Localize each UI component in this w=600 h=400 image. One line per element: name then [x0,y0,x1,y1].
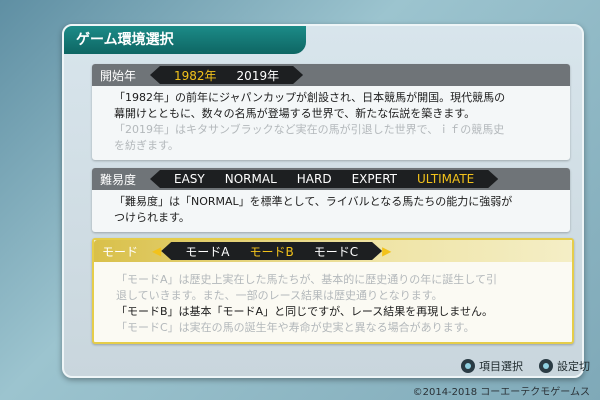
footer-hints: 項目選択 設定切 [461,358,590,374]
desc-line: 「1982年」の前年にジャパンカップが創設され、日本競馬が開国。現代競馬の [114,91,506,104]
option-hard[interactable]: HARD [287,172,342,186]
right-arrow-icon[interactable]: ▶ [382,244,391,258]
option-mode-a[interactable]: モードA [175,243,239,260]
difficulty-label: 難易度 [100,172,137,187]
option-mode-b[interactable]: モードB [239,243,303,260]
desc-line-faint: を紡ぎます。 [114,139,179,152]
mode-section: モード ◀ モードA モードB モードC ▶ 「モードA」は歴史上実在した馬たち… [92,238,574,344]
option-normal[interactable]: NORMAL [215,172,287,186]
option-expert[interactable]: EXPERT [342,172,407,186]
difficulty-description: 「難易度」は「NORMAL」を標準として、ライバルとなる馬たちの能力に強弱が つ… [92,190,570,232]
option-ultimate[interactable]: ULTIMATE [407,172,484,186]
desc-line: つけられます。 [114,211,190,224]
option-2019[interactable]: 2019年 [227,67,290,84]
mode-label: モード [102,244,139,259]
option-mode-c[interactable]: モードC [304,243,368,260]
hint-toggle-label: 設定切 [557,360,590,373]
difficulty-options: EASY NORMAL HARD EXPERT ULTIMATE [150,170,498,188]
difficulty-header: 難易度 EASY NORMAL HARD EXPERT ULTIMATE [92,168,570,190]
desc-line-faint: 退していきます。また、一部のレース結果は歴史通りとなります。 [116,289,443,302]
desc-line-faint: 「モードC」は実在の馬の誕生年や寿命が史実と異なる場合があります。 [116,321,475,334]
copyright-text: ©2014-2018 コーエーテクモゲームス [412,387,590,398]
start-year-description: 「1982年」の前年にジャパンカップが創設され、日本競馬が開国。現代競馬の 幕開… [92,86,570,160]
difficulty-section: 難易度 EASY NORMAL HARD EXPERT ULTIMATE 「難易… [92,168,570,232]
mode-options: モードA モードB モードC [161,242,382,260]
option-easy[interactable]: EASY [164,172,215,186]
stick-icon [539,359,553,373]
left-arrow-icon[interactable]: ◀ [152,244,161,258]
option-1982[interactable]: 1982年 [164,67,227,84]
start-year-label: 開始年 [100,68,137,83]
desc-line: 幕開けとともに、数々の名馬が登場する世界で、新たな伝説を築きます。 [114,107,476,120]
dpad-icon [461,359,475,373]
hint-toggle: 設定切 [539,358,590,374]
desc-line-faint: 「モードA」は歴史上実在した馬たちが、基本的に歴史通りの年に誕生して引 [116,273,497,286]
mode-description: 「モードA」は歴史上実在した馬たちが、基本的に歴史通りの年に誕生して引 退してい… [94,262,572,342]
start-year-options: 1982年 2019年 [150,66,303,84]
desc-line-faint: 「2019年」はキタサンブラックなど実在の馬が引退した世界で、ｉｆの競馬史 [114,123,505,136]
start-year-section: 開始年 1982年 2019年 「1982年」の前年にジャパンカップが創設され、… [92,64,570,160]
desc-line: 「難易度」は「NORMAL」を標準として、ライバルとなる馬たちの能力に強弱が [114,195,513,208]
hint-select: 項目選択 [461,358,523,374]
settings-panel: ゲーム環境選択 開始年 1982年 2019年 「1982年」の前年にジャパンカ… [62,24,584,378]
hint-select-label: 項目選択 [479,360,523,373]
start-year-header: 開始年 1982年 2019年 [92,64,570,86]
panel-title: ゲーム環境選択 [64,26,306,54]
mode-header: モード ◀ モードA モードB モードC ▶ [94,240,572,262]
desc-line: 「モードB」は基本「モードA」と同じですが、レース結果を再現しません。 [116,305,493,318]
